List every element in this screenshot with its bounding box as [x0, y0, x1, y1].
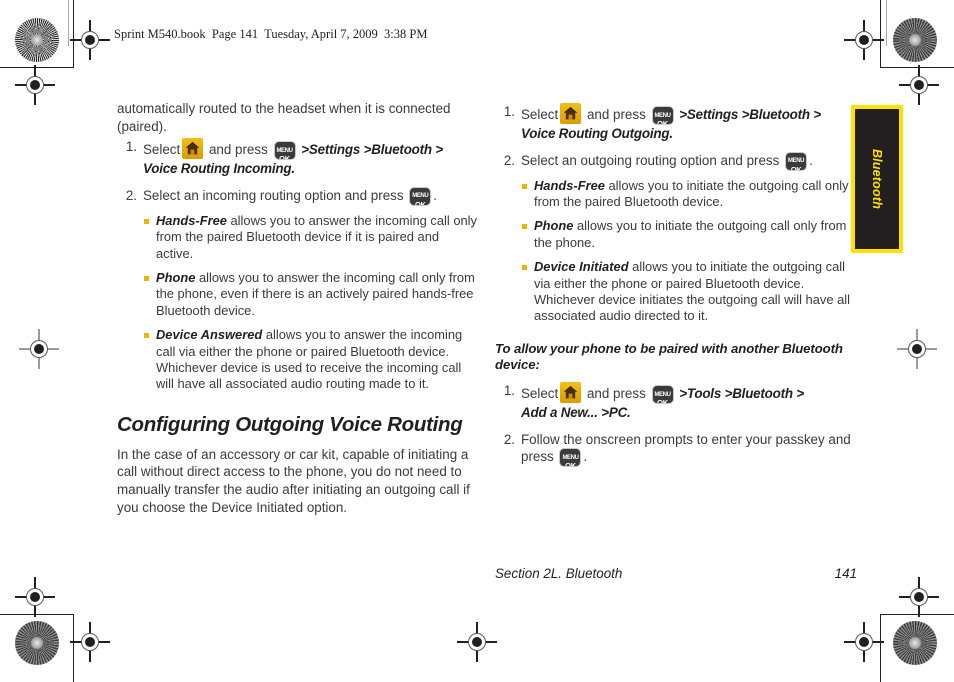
bullet-text: allows you to answer the incoming call o… — [156, 270, 475, 318]
registration-mark-left-middle — [19, 329, 59, 369]
list-item: Hands-Free allows you to answer the inco… — [143, 213, 479, 262]
step-mid-text: and press — [208, 142, 268, 158]
menu-ok-key-icon[interactable]: MENU OK — [409, 186, 432, 206]
registration-mark-top-right — [844, 20, 884, 60]
step-tail: . — [809, 152, 813, 168]
step-mid-text: and press — [586, 386, 646, 402]
step-sub-bullets: Hands-Free allows you to answer the inco… — [143, 213, 479, 393]
list-item: Phone allows you to answer the incoming … — [143, 270, 479, 319]
section-paragraph: In the case of an accessory or car kit, … — [117, 446, 470, 515]
step-lead-text: Select — [521, 386, 559, 402]
nav-path: >Tools >Bluetooth > — [679, 386, 805, 402]
registration-mark-left-upper — [15, 65, 55, 105]
bullet-term: Hands-Free — [156, 212, 227, 228]
menu-ok-line-2: OK — [414, 199, 426, 206]
registration-mark-bottom-right — [844, 622, 884, 662]
menu-ok-key-icon[interactable]: MENU OK — [651, 385, 674, 405]
left-steps-list: 1. Select and press MENU OK >Settings >Blu… — [117, 138, 479, 393]
menu-ok-line-2: OK — [790, 164, 802, 171]
color-rosette-top-left — [15, 18, 59, 62]
chapter-side-tab: Bluetooth — [851, 105, 903, 253]
bullet-term: Phone — [156, 270, 196, 285]
step-sub-bullets: Hands-Free allows you to initiate the ou… — [521, 178, 857, 325]
list-item: Device Answered allows you to answer the… — [143, 327, 479, 393]
step-mid-text: and press — [586, 107, 646, 122]
nav-path-continued: Voice Routing Outgoing. — [521, 126, 673, 141]
step-number: 2. — [125, 187, 137, 203]
step-tail: . — [433, 187, 438, 203]
registration-mark-left-lower — [15, 577, 55, 617]
step-number: 1. — [503, 104, 515, 119]
nav-path-continued: Add a New... >PC. — [521, 405, 631, 421]
bullet-term: Phone — [534, 218, 574, 234]
bullet-term: Device Initiated — [534, 259, 629, 275]
step-item: 2. Select an outgoing routing option and … — [495, 151, 857, 325]
menu-ok-key-icon[interactable]: MENU OK — [785, 151, 808, 171]
menu-ok-line-2: OK — [565, 461, 576, 468]
step-number: 1. — [125, 139, 137, 155]
step-number: 1. — [503, 383, 515, 399]
bullet-term: Device Answered — [156, 327, 263, 343]
bullet-text: allows you to initiate the outgoing call… — [534, 218, 847, 250]
color-rosette-top-right — [893, 18, 937, 62]
menu-ok-line-2: OK — [657, 398, 668, 405]
step-text: Select an outgoing routing option and pr… — [521, 152, 780, 168]
page-number: 141 — [834, 566, 857, 581]
list-item: Device Initiated allows you to initiate … — [521, 259, 857, 325]
registration-mark-bottom-center — [457, 622, 497, 662]
left-column: automatically routed to the headset when… — [117, 100, 479, 518]
step-text: Select an incoming routing option and pr… — [143, 187, 404, 203]
menu-ok-key-icon[interactable]: MENU OK — [559, 448, 582, 468]
nav-path: >Settings >Bluetooth > — [301, 142, 444, 158]
book-header-line: Sprint M540.book Page 141 Tuesday, April… — [114, 27, 428, 41]
step-item: 2. Select an incoming routing option and … — [117, 186, 479, 393]
registration-mark-right-lower — [899, 577, 939, 617]
registration-mark-right-upper — [899, 65, 939, 105]
menu-ok-line-2: OK — [279, 154, 290, 161]
color-rosette-bottom-right — [893, 621, 937, 665]
nav-path: >Settings >Bluetooth > — [679, 107, 822, 122]
step-number: 2. — [503, 431, 515, 447]
step-lead-text: Select — [521, 107, 559, 122]
intro-paragraph: automatically routed to the headset when… — [117, 101, 451, 134]
nav-path-continued: Voice Routing Incoming. — [143, 161, 295, 177]
step-item: 1. Select and press MENU OK >Settings >Blu… — [117, 138, 479, 178]
pairing-note: To allow your phone to be paired with an… — [495, 340, 843, 373]
list-item: Phone allows you to initiate the outgoin… — [521, 218, 857, 251]
right-column: 1. Select and press MENU OK >Settings >Blu… — [495, 100, 857, 476]
footer-section-label: Section 2L. Bluetooth — [495, 566, 623, 581]
manual-page: Sprint M540.book Page 141 Tuesday, April… — [0, 0, 954, 682]
step-number: 2. — [503, 152, 515, 168]
registration-mark-right-middle — [897, 329, 937, 369]
registration-mark-top-left — [70, 20, 110, 60]
home-key-icon[interactable] — [560, 103, 582, 124]
chapter-side-tab-label: Bluetooth — [870, 148, 884, 210]
home-key-icon[interactable] — [560, 382, 582, 404]
right-steps-list: 1. Select and press MENU OK >Settings >Blu… — [495, 103, 857, 325]
list-item: Hands-Free allows you to initiate the ou… — [521, 178, 857, 211]
step-item: 1. Select and press MENU OK >Settings >Blu… — [495, 103, 857, 143]
step-lead-text: Select — [143, 142, 181, 158]
page-title: Configuring Outgoing Voice Routing — [117, 412, 463, 436]
menu-ok-key-icon[interactable]: MENU OK — [651, 106, 674, 125]
menu-ok-key-icon[interactable]: MENU OK — [273, 141, 296, 161]
bullet-term: Hands-Free — [534, 177, 605, 193]
color-rosette-bottom-left — [15, 621, 59, 665]
menu-ok-line-2: OK — [657, 119, 668, 125]
home-key-icon[interactable] — [182, 138, 204, 160]
step-item: 1. Select and press MENU OK >Tools >Blueto… — [495, 382, 857, 422]
step-item: 2. Follow the onscreen prompts to enter y… — [495, 431, 857, 468]
trim-line-top-center-right — [886, 0, 888, 46]
page-footer: Section 2L. Bluetooth 141 — [495, 566, 857, 581]
registration-mark-bottom-left — [70, 622, 110, 662]
pairing-steps-list: 1. Select and press MENU OK >Tools >Blueto… — [495, 382, 857, 468]
step-tail: . — [583, 449, 588, 465]
